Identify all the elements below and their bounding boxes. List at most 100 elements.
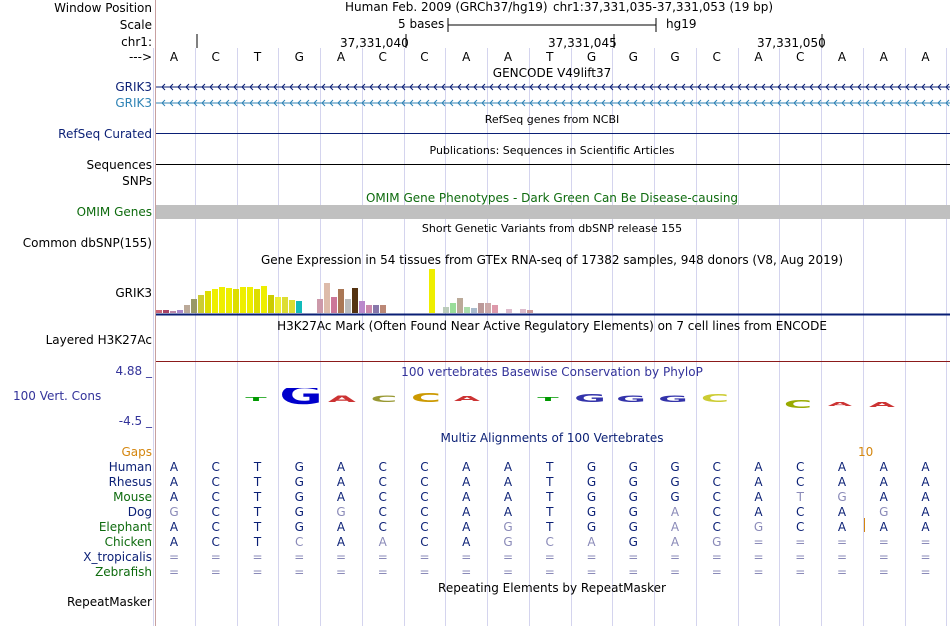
phylop-conservation-logo[interactable]: TGACCATGGGCCAA — [156, 388, 950, 414]
gtex-track-label[interactable]: GRIK3 — [115, 286, 152, 300]
gaps-label: Gaps — [121, 445, 152, 459]
alignment-base: C — [712, 490, 721, 504]
alignment-base: T — [253, 520, 262, 534]
alignment-base: = — [294, 550, 305, 564]
alignment-base: = — [544, 550, 555, 564]
species-label-x-tropicalis: X_tropicalis — [83, 550, 152, 564]
alignment-base: C — [712, 520, 721, 534]
phylop-track-label[interactable]: 100 Vert. Cons — [13, 389, 101, 403]
alignment-base: = — [252, 550, 263, 564]
alignment-base: = — [461, 565, 472, 579]
alignment-base: = — [711, 550, 722, 564]
pubs-sequence-line[interactable] — [156, 164, 950, 165]
alignment-base: = — [669, 565, 681, 579]
alignment-base: = — [377, 565, 388, 579]
alignment-base: C — [420, 505, 429, 519]
alignment-base: = — [252, 565, 263, 579]
snps-track-label[interactable]: SNPs — [122, 174, 152, 188]
gencode-gene-label-1[interactable]: GRIK3 — [115, 80, 152, 94]
base-letter: A — [837, 50, 847, 64]
alignment-base: = — [210, 550, 221, 564]
alignment-base: C — [712, 475, 721, 489]
omim-phenotype-bar[interactable] — [156, 205, 950, 219]
alignment-base: C — [420, 460, 429, 474]
species-label-chicken: Chicken — [104, 535, 152, 549]
alignment-base: A — [378, 535, 387, 549]
position-text: chr1:37,331,035-37,331,053 (19 bp) — [553, 0, 774, 14]
scale-bar — [447, 18, 657, 32]
h3k27ac-track-label[interactable]: Layered H3K27Ac — [46, 333, 152, 347]
alignment-base: A — [879, 475, 888, 489]
alignment-base: = — [168, 550, 180, 564]
h3k27ac-baseline[interactable] — [156, 361, 950, 362]
gencode-gene-label-2[interactable]: GRIK3 — [115, 96, 152, 110]
alignment-base: C — [211, 490, 220, 504]
omim-track-label[interactable]: OMIM Genes — [77, 205, 152, 219]
base-letter: T — [253, 50, 262, 64]
svg-text:C: C — [701, 392, 729, 404]
alignment-base: A — [336, 475, 346, 489]
refseq-gene-line[interactable] — [156, 133, 950, 134]
alignment-base: = — [335, 565, 347, 579]
base-letter: G — [670, 50, 680, 64]
alignment-base: = — [669, 550, 681, 564]
alignment-base: C — [378, 505, 387, 519]
alignment-base: T — [253, 505, 262, 519]
alignment-base: = — [920, 535, 931, 549]
alignment-base: = — [920, 565, 931, 579]
alignment-base: = — [836, 550, 848, 564]
alignment-base: = — [586, 550, 597, 564]
alignment-base: C — [796, 505, 805, 519]
sequences-track-label[interactable]: Sequences — [87, 158, 152, 172]
alignment-base: G — [586, 460, 597, 474]
pubs-track-title: Publications: Sequences in Scientific Ar… — [429, 144, 675, 157]
alignment-base: A — [503, 505, 513, 519]
alignment-base: C — [378, 520, 387, 534]
alignment-base: G — [503, 520, 513, 534]
alignment-base: G — [294, 475, 304, 489]
repeatmasker-track-label[interactable]: RepeatMasker — [67, 595, 152, 609]
alignment-base: = — [294, 565, 305, 579]
alignment-base: T — [253, 535, 262, 549]
alignment-base: A — [754, 475, 763, 489]
alignment-base: A — [837, 520, 847, 534]
species-label-rhesus: Rhesus — [108, 475, 152, 489]
base-letter: G — [586, 50, 597, 64]
alignment-base: T — [546, 505, 554, 519]
alignment-base: A — [336, 520, 346, 534]
gap-insertion-marker — [864, 518, 865, 532]
alignment-base: G — [503, 535, 513, 549]
alignment-base: = — [836, 565, 848, 579]
alignment-base: C — [378, 475, 387, 489]
species-label-zebrafish: Zebrafish — [95, 565, 152, 579]
alignment-base: C — [796, 460, 805, 474]
alignment-base: A — [462, 460, 471, 474]
ruler-tick-1: 37,331,040 — [340, 36, 409, 50]
dbsnp-track-label[interactable]: Common dbSNP(155) — [23, 236, 152, 250]
alignment-base: G — [628, 490, 638, 504]
alignment-base: C — [420, 490, 429, 504]
alignment-base: = — [711, 565, 722, 579]
alignment-base: G — [586, 490, 597, 504]
base-letter: A — [921, 50, 930, 64]
ruler-tick-3: 37,331,050 — [757, 36, 826, 50]
alignment-base: C — [712, 505, 721, 519]
gencode-gene-models[interactable] — [156, 80, 950, 112]
alignment-base: T — [546, 520, 554, 534]
alignment-base: C — [211, 475, 220, 489]
refseq-track-label[interactable]: RefSeq Curated — [58, 127, 152, 141]
alignment-base: = — [210, 565, 221, 579]
alignment-base: G — [294, 520, 304, 534]
alignment-base: G — [294, 460, 304, 474]
svg-text:C: C — [411, 391, 441, 406]
alignment-base: = — [419, 550, 430, 564]
alignment-base: C — [378, 460, 387, 474]
alignment-base: = — [461, 550, 472, 564]
alignment-base: C — [712, 460, 721, 474]
gtex-expression-bars[interactable] — [156, 268, 950, 316]
alignment-base: = — [795, 535, 806, 549]
omim-track-title: OMIM Gene Phenotypes - Dark Green Can Be… — [365, 191, 739, 205]
scale-db: hg19 — [666, 17, 697, 31]
alignment-base: C — [796, 520, 805, 534]
alignment-base: T — [253, 475, 262, 489]
